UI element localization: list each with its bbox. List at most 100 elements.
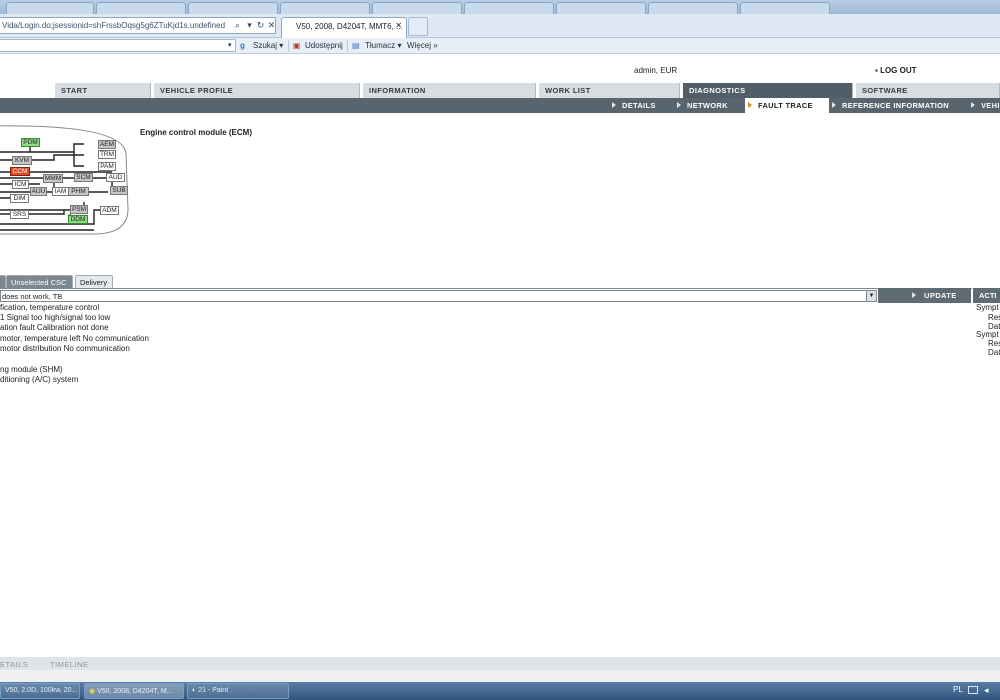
address-row: Vida/Login.do;jsessionid=shFrssbOqsg5g6Z… [0, 14, 1000, 38]
refresh-icon[interactable]: ↻ [255, 17, 266, 34]
csc-select[interactable]: does not work, TB [0, 290, 877, 302]
tab-start[interactable]: START [55, 83, 151, 98]
subtab-reference-information[interactable]: REFERENCE INFORMATION [832, 98, 968, 113]
background-tab[interactable] [648, 2, 738, 14]
subtab-details[interactable]: DETAILS [612, 98, 676, 113]
search-icon[interactable]: ⌕ [232, 17, 243, 34]
active-tab-title: V50, 2008, D4204T, MMT6, ... [296, 22, 403, 31]
subtab-fault-trace[interactable]: FAULT TRACE [745, 98, 829, 113]
share-button[interactable]: Udostępnij [305, 39, 343, 53]
language-indicator[interactable]: PL [953, 685, 963, 694]
diagnostics-subtabs: DETAILS NETWORK FAULT TRACE REFERENCE IN… [0, 98, 1000, 113]
browser-tab-strip [0, 0, 1000, 14]
network-tray-icon[interactable] [968, 686, 978, 694]
more-button[interactable]: Więcej » [407, 39, 438, 53]
toolbar-divider [288, 40, 289, 52]
network-node-scm[interactable]: SCM [74, 173, 93, 182]
arrow-right-icon [677, 102, 681, 108]
toolbar-divider [347, 40, 348, 52]
translate-icon: ▤ [352, 41, 360, 50]
network-node-srs[interactable]: SRS [10, 210, 29, 219]
tab-work-list[interactable]: WORK LIST [539, 83, 680, 98]
csc-line[interactable]: fication, temperature control [0, 303, 99, 312]
background-tab[interactable] [372, 2, 462, 14]
action-item[interactable]: Res [988, 313, 1000, 322]
footer-tab-timeline[interactable]: TIMELINE [50, 660, 89, 669]
network-node-phm[interactable]: PHM [68, 187, 89, 196]
toolbar-search-input[interactable] [0, 39, 236, 52]
taskbar-item[interactable]: ◐ 21 - Paint [187, 683, 289, 699]
search-toolbar: ▾ g Szukaj ▾ ▣ Udostępnij ▤ Tłumacz ▾ Wi… [0, 38, 1000, 54]
network-node-iam[interactable]: IAM [52, 187, 69, 196]
background-tab[interactable] [740, 2, 830, 14]
logout-link[interactable]: ▪ LOG OUT [875, 66, 917, 75]
footer-tab-details[interactable]: ETAILS [0, 660, 28, 669]
action-item[interactable]: Dat [988, 348, 1000, 357]
csc-line[interactable]: ditioning (A/C) system [0, 375, 78, 384]
tab-underline [0, 288, 972, 289]
tab-delivery[interactable]: Delivery [75, 275, 113, 288]
network-node-adm[interactable]: ADM [100, 206, 119, 215]
update-button[interactable]: UPDATE [878, 288, 971, 303]
network-node-icm[interactable]: ICM [12, 180, 29, 189]
search-button[interactable]: Szukaj ▾ [253, 39, 283, 53]
subtab-vehicle[interactable]: VEHI [971, 98, 1000, 113]
network-node-pdm[interactable]: PDM [21, 138, 40, 147]
arrow-right-icon [971, 102, 975, 108]
tab-vehicle-profile[interactable]: VEHICLE PROFILE [154, 83, 360, 98]
subtab-network[interactable]: NETWORK [677, 98, 743, 113]
action-item[interactable]: Sympt [976, 330, 999, 339]
network-node-dim[interactable]: DIM [10, 194, 29, 203]
dropdown-icon[interactable]: ▾ [228, 39, 232, 53]
network-node-aud[interactable]: AUD [106, 173, 125, 182]
chevron-down-icon[interactable]: ▼ [866, 291, 876, 301]
action-item[interactable]: Res [988, 339, 1000, 348]
background-tab[interactable] [188, 2, 278, 14]
dropdown-icon[interactable]: ▾ [244, 17, 255, 34]
status-area [0, 670, 1000, 682]
active-browser-tab[interactable]: V50, 2008, D4204T, MMT6, ... ✕ [281, 17, 407, 38]
csc-line[interactable]: motor distribution No communication [0, 344, 130, 353]
background-tab[interactable] [96, 2, 186, 14]
network-node-sub[interactable]: SUB [110, 186, 128, 195]
background-tab[interactable] [464, 2, 554, 14]
tab-software[interactable]: SOFTWARE [856, 83, 1000, 98]
csc-line[interactable]: ng module (SHM) [0, 365, 63, 374]
google-logo-icon: g [240, 41, 245, 50]
paint-icon: ◐ [192, 687, 197, 694]
network-node-kvm[interactable]: KVM [12, 156, 32, 165]
actions-header: ACTI [973, 288, 1000, 303]
tab-information[interactable]: INFORMATION [363, 83, 536, 98]
stop-icon[interactable]: ✕ [266, 17, 277, 34]
background-tab[interactable] [556, 2, 646, 14]
network-node-trm[interactable]: TRM [98, 150, 116, 159]
network-node-auu[interactable]: AUU [30, 187, 47, 196]
tab-unselected-csc[interactable]: Unselected CSC [6, 275, 73, 288]
background-tab[interactable] [280, 2, 370, 14]
os-taskbar: V50, 2.0D, 100kw, 20... ◉ V50, 2008, D42… [0, 682, 1000, 700]
tab-diagnostics[interactable]: DIAGNOSTICS [683, 83, 853, 98]
network-node-aem[interactable]: AEM [98, 140, 116, 149]
taskbar-item[interactable]: V50, 2.0D, 100kw, 20... [0, 683, 80, 699]
csc-line[interactable]: 1 Signal too high/signal too low [0, 313, 110, 322]
volume-tray-icon[interactable]: ◂ [984, 685, 989, 696]
action-item[interactable]: Sympt [976, 303, 999, 312]
network-node-mmm[interactable]: MMM [43, 174, 63, 183]
arrow-right-icon [612, 102, 616, 108]
arrow-right-icon [748, 102, 752, 108]
translate-button[interactable]: Tłumacz ▾ [365, 39, 401, 53]
background-tab[interactable] [6, 2, 94, 14]
network-node-pam[interactable]: PAM [98, 162, 116, 171]
main-tabs: START VEHICLE PROFILE INFORMATION WORK L… [0, 83, 1000, 98]
taskbar-item[interactable]: ◉ V50, 2008, D4204T, M... [84, 683, 184, 699]
browser-icon: ◉ [89, 688, 96, 695]
network-node-psm[interactable]: PSM [70, 205, 88, 214]
csc-line[interactable]: ation fault Calibration not done [0, 323, 109, 332]
new-tab-button[interactable] [408, 17, 428, 36]
network-node-ddm[interactable]: DDM [68, 215, 88, 224]
csc-line[interactable]: motor, temperature left No communication [0, 334, 149, 343]
share-icon: ▣ [293, 41, 301, 50]
close-tab-icon[interactable]: ✕ [395, 21, 402, 30]
network-node-ccm[interactable]: CCM [10, 167, 30, 176]
arrow-right-icon [832, 102, 836, 108]
